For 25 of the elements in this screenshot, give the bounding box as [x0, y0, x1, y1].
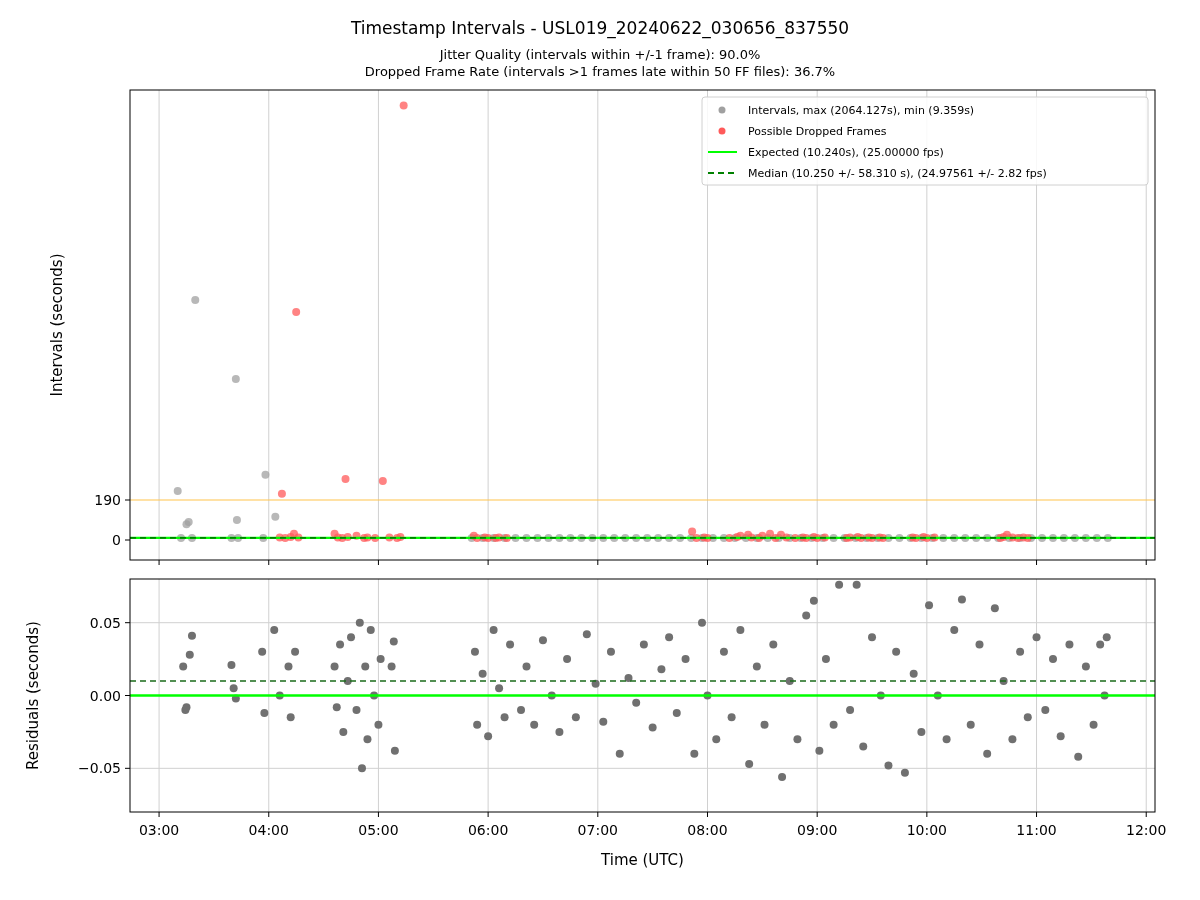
chart-subtitle: Jitter Quality (intervals within +/-1 frame): 90.0%: [439, 46, 761, 63]
tick-label: 0.05: [89, 614, 121, 631]
tick-label: 09:00: [797, 822, 838, 838]
legend-label: Possible Dropped Frames: [748, 125, 887, 138]
tick-label: 07:00: [577, 822, 618, 838]
tick-label: 05:00: [358, 822, 399, 838]
tick-label: 11:00: [1016, 822, 1057, 838]
tick-label: 03:00: [138, 822, 180, 838]
tick-label: 10:00: [906, 822, 948, 838]
tick-label: 190: [94, 492, 121, 508]
legend-label: Expected (10.240s), (25.00000 fps): [748, 146, 944, 159]
chart-subtitle: Dropped Frame Rate (intervals >1 frames late within 50 FF files): 36.7%: [364, 63, 836, 80]
tick-label: 0: [112, 532, 121, 548]
axis-label: Intervals (seconds): [48, 253, 66, 397]
legend-label: Median (10.250 +/- 58.310 s), (24.97561 +/- 2.82 fps): [748, 167, 1047, 180]
tick-label: 04:00: [248, 822, 289, 838]
axis-label: Time (UTC): [601, 851, 684, 869]
tick-label: 12:00: [1126, 822, 1167, 838]
tick-label: 08:00: [687, 822, 728, 838]
chart-title: Timestamp Intervals - USL019_20240622_030656_837550: [350, 17, 850, 41]
tick-label: 0.00: [89, 687, 121, 704]
axis-label: Residuals (seconds): [24, 621, 42, 770]
legend-label: Intervals, max (2064.127s), min (9.359s): [748, 104, 975, 117]
tick-label: 06:00: [467, 822, 509, 838]
tick-label: −0.05: [78, 760, 121, 777]
